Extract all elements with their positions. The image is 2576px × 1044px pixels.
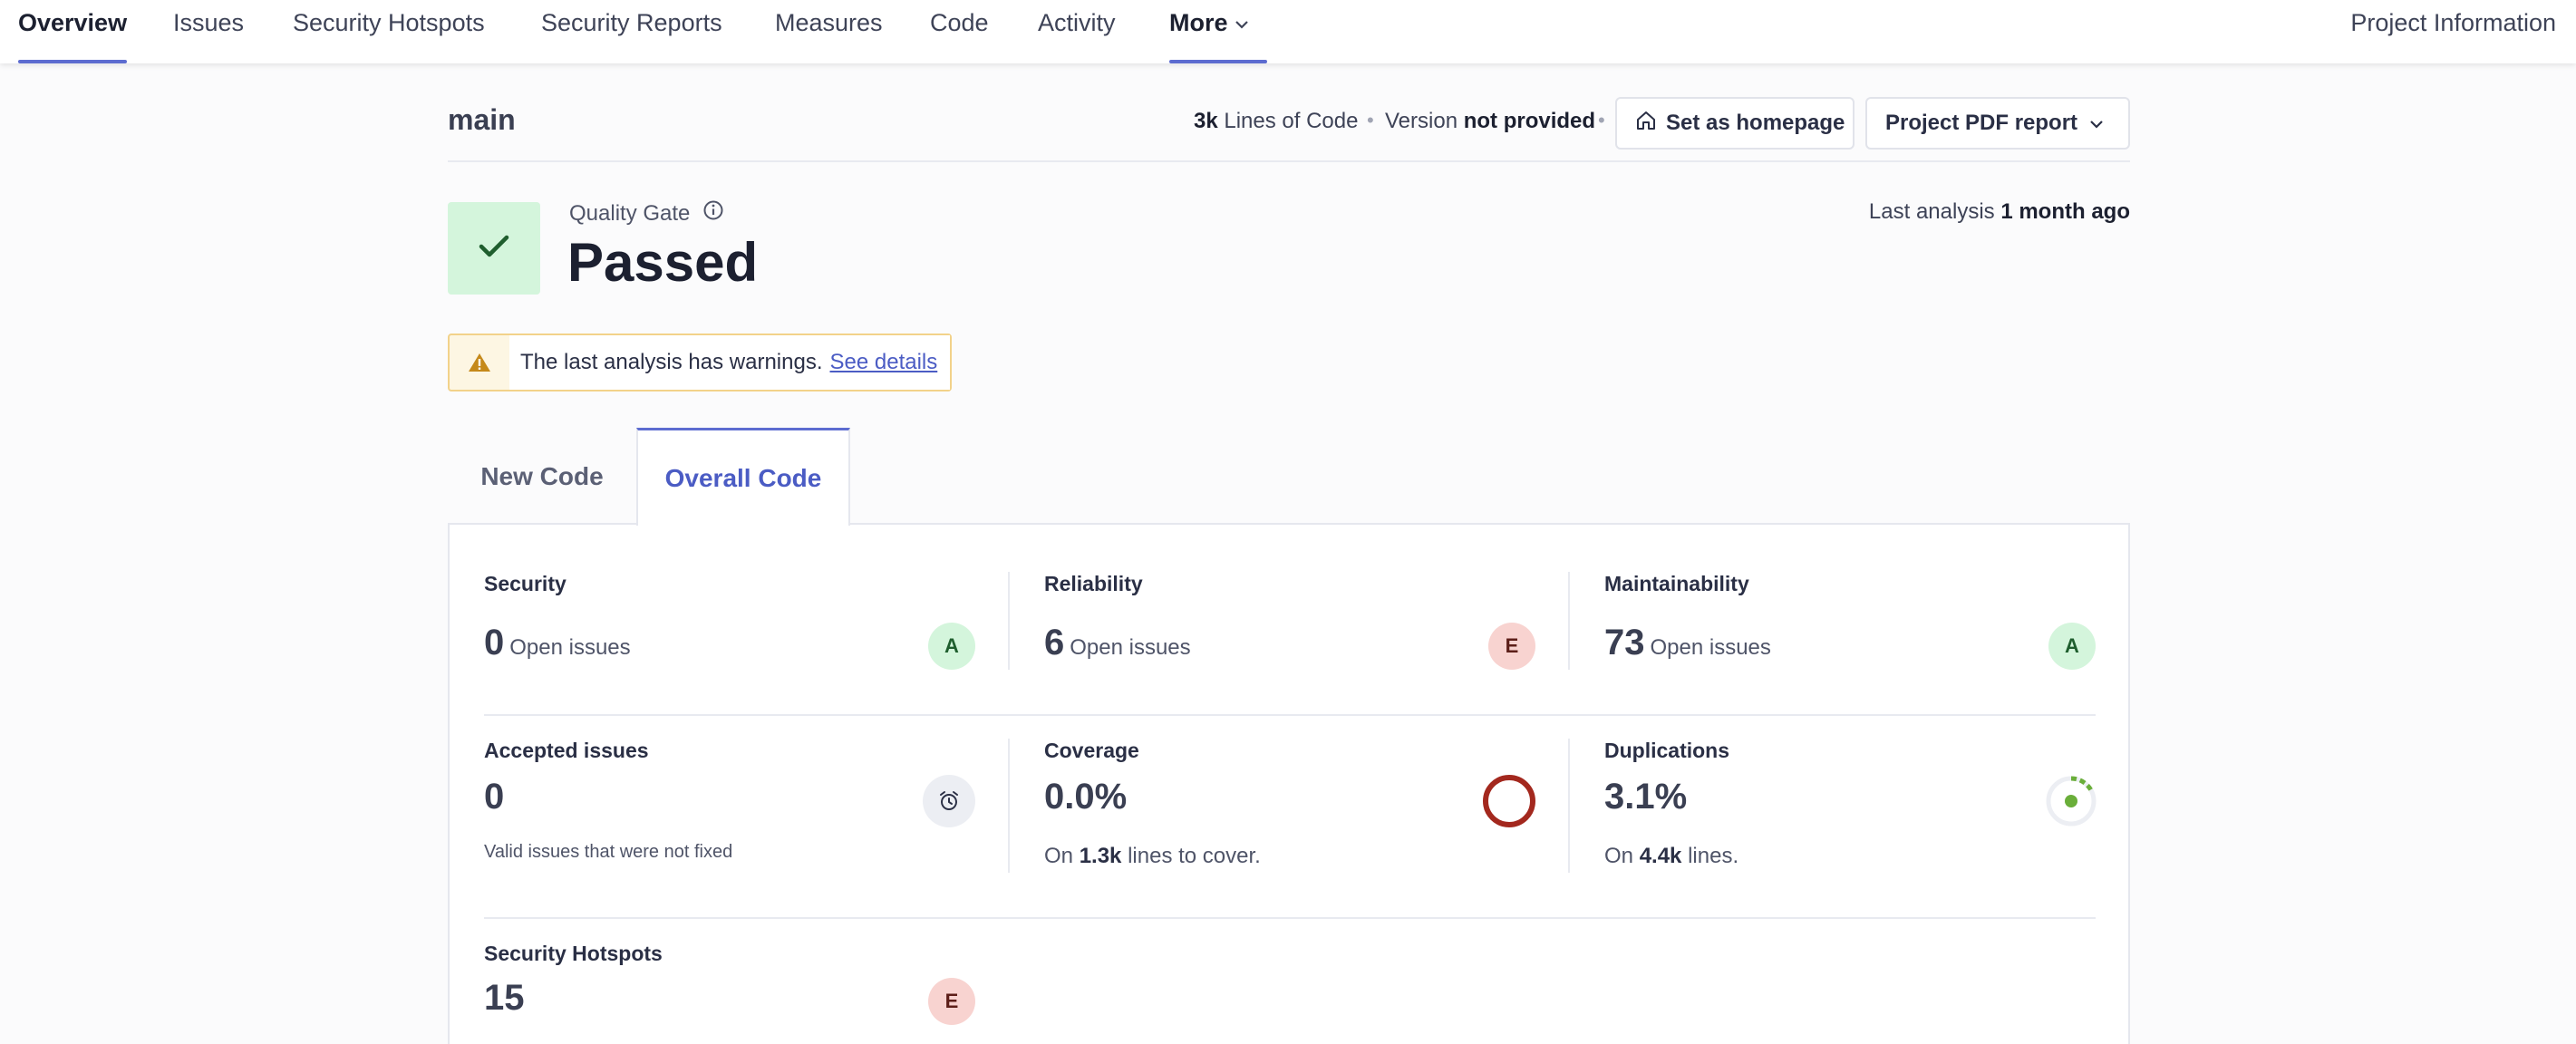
nav-overview[interactable]: Overview [18, 0, 128, 63]
maintainability-title: Maintainability [1604, 572, 1749, 595]
coverage-value[interactable]: 0.0% [1044, 777, 1127, 817]
security-rating-badge[interactable]: A [928, 623, 975, 670]
nav-security-reports[interactable]: Security Reports [541, 0, 722, 63]
maintainability-count: 73 [1604, 623, 1645, 662]
chevron-down-icon [2088, 111, 2114, 136]
warning-text: The last analysis has warnings. [520, 350, 823, 374]
quality-gate-label-text: Quality Gate [569, 200, 691, 226]
reliability-rating-badge[interactable]: E [1488, 623, 1535, 670]
loc-label: Lines of Code [1224, 109, 1359, 133]
accepted-issues-title: Accepted issues [484, 739, 649, 762]
nav-more-label: More [1169, 9, 1228, 36]
top-navigation: Overview Issues Security Hotspots Securi… [0, 0, 2576, 63]
nav-activity[interactable]: Activity [1038, 0, 1116, 63]
maintainability-sub: Open issues [1650, 635, 1771, 660]
security-hotspots-title: Security Hotspots [484, 942, 663, 965]
chevron-down-icon [1228, 9, 1250, 36]
duplications-note: On 4.4k lines. [1604, 844, 1738, 869]
tab-new-code[interactable]: New Code [448, 428, 636, 526]
loc-value: 3k [1194, 109, 1218, 133]
header-divider [448, 160, 2130, 162]
reliability-sub: Open issues [1070, 635, 1191, 660]
info-icon[interactable] [690, 199, 724, 227]
analysis-warning-banner: The last analysis has warnings. See deta… [448, 334, 952, 392]
maintainability-rating-badge[interactable]: A [2048, 623, 2096, 670]
set-as-homepage-button[interactable]: Set as homepage [1615, 97, 1855, 150]
see-details-link[interactable]: See details [830, 350, 938, 375]
accepted-issues-note: Valid issues that were not fixed [484, 842, 733, 862]
duplications-value[interactable]: 3.1% [1604, 777, 1687, 817]
quality-gate-status: Passed [567, 232, 759, 293]
version-label: Version [1385, 109, 1458, 133]
nav-measures[interactable]: Measures [775, 0, 883, 63]
duplications-note-value: 4.4k [1639, 844, 1682, 868]
project-pdf-report-label: Project PDF report [1885, 111, 2078, 135]
column-divider [1008, 572, 1010, 670]
set-as-homepage-label: Set as homepage [1666, 111, 1845, 135]
security-hotspots-rating-badge[interactable]: E [928, 978, 975, 1025]
project-pdf-report-button[interactable]: Project PDF report [1865, 97, 2130, 150]
accepted-issues-value[interactable]: 0 [484, 777, 504, 817]
tab-overall-code[interactable]: Overall Code [636, 428, 850, 526]
lines-of-code: 3k Lines of Code [1194, 109, 1358, 134]
metrics-panel: Security 0 Open issues A Reliability 6 Ope… [448, 523, 2130, 1044]
quality-gate-label: Quality Gate [569, 199, 724, 227]
duplications-title: Duplications [1604, 739, 1730, 762]
nav-code[interactable]: Code [930, 0, 989, 63]
nav-more[interactable]: More [1169, 0, 1267, 63]
row-divider [484, 714, 2096, 716]
version-info: Version not provided [1385, 109, 1595, 134]
maintainability-value[interactable]: 73 Open issues [1604, 623, 1771, 663]
coverage-title: Coverage [1044, 739, 1139, 762]
reliability-title: Reliability [1044, 572, 1143, 595]
security-title: Security [484, 572, 567, 595]
security-count: 0 [484, 623, 505, 662]
coverage-ring-icon[interactable] [1481, 773, 1537, 834]
nav-issues[interactable]: Issues [173, 0, 244, 63]
duplications-note-prefix: On [1604, 844, 1634, 868]
coverage-note-prefix: On [1044, 844, 1074, 868]
coverage-note: On 1.3k lines to cover. [1044, 844, 1261, 869]
coverage-note-suffix: lines to cover. [1128, 844, 1261, 868]
last-analysis: Last analysis 1 month ago [1869, 199, 2130, 225]
branch-name[interactable]: main [448, 103, 516, 137]
checkmark-icon [478, 233, 510, 265]
coverage-note-value: 1.3k [1079, 844, 1122, 868]
warning-message: The last analysis has warnings. See deta… [509, 335, 950, 390]
separator-dot: • [1367, 109, 1374, 131]
reliability-count: 6 [1044, 623, 1065, 662]
nav-security-hotspots[interactable]: Security Hotspots [293, 0, 485, 63]
last-analysis-label: Last analysis [1868, 199, 1995, 224]
version-value: not provided [1463, 109, 1596, 133]
last-analysis-value: 1 month ago [2000, 199, 2130, 224]
duplications-gauge-icon[interactable] [2043, 773, 2099, 834]
home-icon [1635, 110, 1666, 138]
duplications-note-suffix: lines. [1688, 844, 1739, 868]
alarm-clock-icon [923, 775, 975, 827]
reliability-value[interactable]: 6 Open issues [1044, 623, 1191, 663]
column-divider [1568, 739, 1570, 873]
security-hotspots-value[interactable]: 15 [484, 978, 525, 1019]
warning-icon [450, 335, 509, 390]
column-divider [1008, 739, 1010, 873]
separator-dot: • [1598, 109, 1605, 131]
security-sub: Open issues [509, 635, 631, 660]
quality-gate-status-box [448, 202, 540, 295]
security-value[interactable]: 0 Open issues [484, 623, 631, 663]
column-divider [1568, 572, 1570, 670]
project-information-link[interactable]: Project Information [2350, 0, 2556, 45]
row-divider [484, 917, 2096, 919]
